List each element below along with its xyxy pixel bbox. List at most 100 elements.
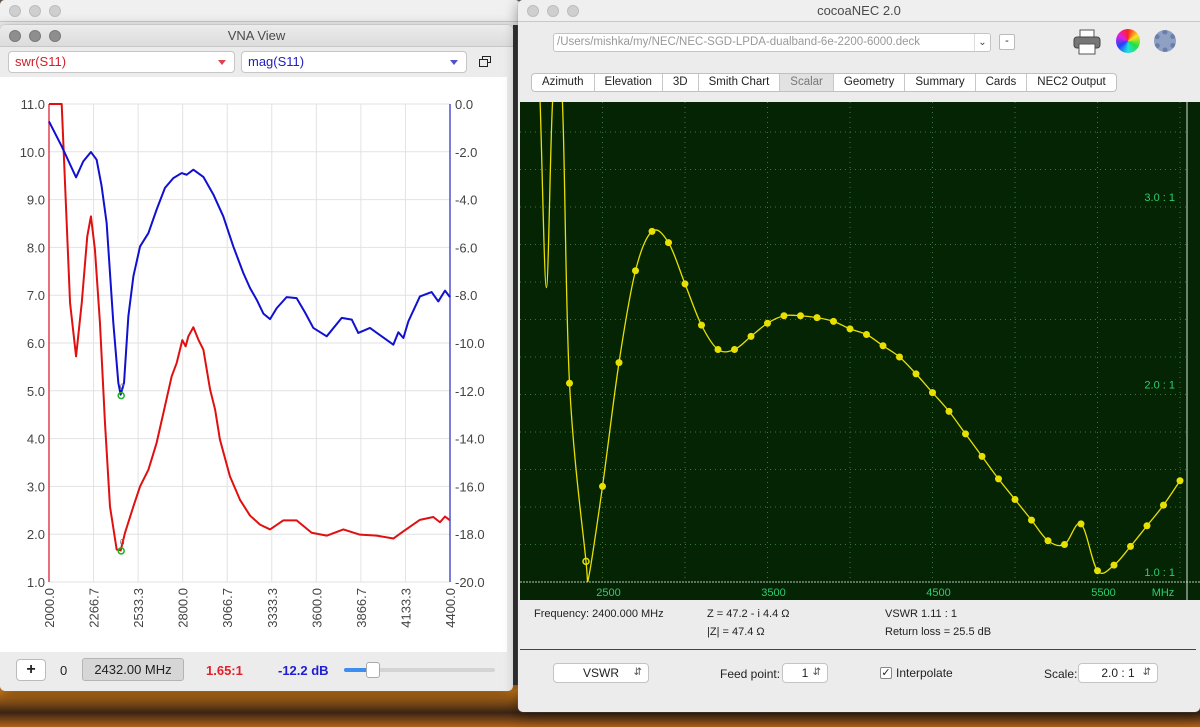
x-tick-label: 4400.0	[443, 588, 458, 628]
y-tick-label-left: 4.0	[27, 432, 45, 447]
y-tick-label-right: -14.0	[455, 432, 485, 447]
data-point	[978, 452, 986, 460]
y-tick-label-right: -20.0	[455, 575, 485, 590]
y-scale-label: 3.0 : 1	[1144, 192, 1175, 204]
add-marker-button[interactable]: +	[16, 659, 46, 681]
info-return-loss: Return loss = 25.5 dB	[885, 626, 992, 638]
close-button[interactable]	[9, 30, 21, 42]
info-panel: Frequency: 2400.000 MHz Z = 47.2 - i 4.4…	[520, 600, 1196, 650]
zoom-button[interactable]	[49, 30, 61, 42]
x-tick-label: 3500	[761, 587, 785, 599]
plot-mode-select[interactable]: VSWR ⇵	[553, 663, 649, 683]
minimize-button[interactable]	[547, 5, 559, 17]
window-title: VNA View	[227, 28, 286, 43]
tab-nec2-output[interactable]: NEC2 Output	[1027, 74, 1115, 91]
data-point	[813, 314, 821, 322]
scale-select[interactable]: 2.0 : 1 ⇵	[1078, 663, 1158, 683]
tab-azimuth[interactable]: Azimuth	[532, 74, 595, 91]
tab-scalar[interactable]: Scalar	[780, 74, 834, 91]
window-controls[interactable]	[527, 5, 579, 17]
interpolate-checkbox[interactable]: ✓	[880, 667, 892, 679]
deck-path-combo[interactable]: /Users/mishka/my/NEC/NEC-SGD-LPDA-dualba…	[553, 33, 991, 52]
y-tick-label-right: -18.0	[455, 527, 485, 542]
tab-smith-chart[interactable]: Smith Chart	[699, 74, 781, 91]
chevron-down-icon	[218, 60, 226, 65]
tab-elevation[interactable]: Elevation	[595, 74, 663, 91]
x-tick-label: 3600.0	[309, 588, 324, 628]
x-tick-label: 3866.7	[354, 588, 369, 628]
info-vswr: VSWR 1.11 : 1	[885, 608, 957, 620]
chevron-down-icon[interactable]: ⌄	[974, 34, 990, 51]
tab-summary[interactable]: Summary	[905, 74, 976, 91]
minimize-button[interactable]	[29, 30, 41, 42]
window-controls[interactable]	[9, 5, 61, 17]
scale-value: 2.0 : 1	[1101, 666, 1135, 680]
plot-mode-value: VSWR	[583, 666, 619, 680]
minus-button[interactable]: -	[999, 34, 1015, 50]
deck-path: /Users/mishka/my/NEC/NEC-SGD-LPDA-dualba…	[557, 36, 921, 48]
left-trace-select[interactable]: swr(S11)	[8, 51, 235, 73]
mag-readout: -12.2 dB	[278, 663, 329, 678]
vna-chart-area: 2000.0 2266.7 2533.3 2800.0 3066.7 3333.3 3600…	[0, 77, 507, 652]
vswr-chart[interactable]: 2500 3500 4500 5500 MHz 3.0 : 1 2.0 : 1 1.0 : 1	[520, 102, 1200, 600]
vna-window: VNA View swr(S11) mag(S11) 2000.0 2266.7 2…	[0, 25, 513, 691]
data-point	[1127, 542, 1134, 550]
data-point	[1143, 522, 1151, 530]
marker-frequency-field[interactable]: 2432.00 MHz	[82, 658, 184, 681]
data-point	[615, 359, 623, 367]
data-point	[879, 342, 887, 350]
y-tick-label-right: 0.0	[455, 97, 473, 112]
zoom-button[interactable]	[567, 5, 579, 17]
y-tick-label-left: 7.0	[27, 288, 45, 303]
data-point	[830, 317, 837, 325]
tab-cards[interactable]: Cards	[976, 74, 1028, 91]
interpolate-label[interactable]: Interpolate	[896, 666, 953, 680]
y-tick-label-right: -16.0	[455, 479, 485, 494]
data-point	[896, 353, 903, 361]
data-point	[962, 430, 969, 438]
window-controls[interactable]	[9, 30, 61, 42]
x-tick-label: 3333.3	[265, 588, 280, 628]
info-frequency: Frequency: 2400.000 MHz	[534, 608, 664, 620]
y-tick-label-right: -12.0	[455, 384, 485, 399]
gear-icon[interactable]	[1154, 30, 1176, 52]
data-point	[599, 482, 606, 490]
data-point	[681, 280, 689, 288]
y-tick-label-left: 10.0	[20, 145, 45, 160]
x-tick-label: 4500	[926, 587, 950, 599]
chevron-down-icon	[450, 60, 458, 65]
frequency-slider[interactable]	[344, 662, 495, 678]
vna-titlebar: VNA View	[0, 25, 513, 47]
feed-point-select[interactable]: 1 ⇵	[782, 663, 828, 683]
right-trace-select[interactable]: mag(S11)	[241, 51, 467, 73]
close-button[interactable]	[527, 5, 539, 17]
marker-index: 0	[60, 663, 68, 678]
swr-series-line	[49, 103, 451, 552]
marker-label: 0	[120, 538, 125, 547]
scalar-plot: 2500 3500 4500 5500 MHz 3.0 : 1 2.0 : 1 1.0 : 1	[520, 102, 1200, 600]
y-tick-label-left: 11.0	[21, 97, 45, 112]
updown-icon: ⇵	[633, 667, 642, 678]
data-point	[1061, 541, 1068, 548]
slider-thumb[interactable]	[365, 662, 380, 678]
x-unit-label: MHz	[1152, 587, 1175, 599]
data-point	[912, 370, 920, 378]
y-tick-label-left: 6.0	[27, 336, 45, 351]
detach-window-icon[interactable]	[479, 56, 491, 67]
tab-geometry[interactable]: Geometry	[834, 74, 906, 91]
window-title: cocoaNEC 2.0	[817, 3, 901, 18]
data-point	[995, 475, 1002, 483]
vna-chart[interactable]: 2000.0 2266.7 2533.3 2800.0 3066.7 3333.3 3600…	[0, 77, 507, 652]
data-point	[714, 346, 722, 353]
tab-3d[interactable]: 3D	[663, 74, 699, 91]
x-tick-label: 5500	[1091, 587, 1115, 599]
y-tick-label-left: 1.0	[27, 575, 45, 590]
y-tick-label-left: 8.0	[27, 240, 45, 255]
printer-icon[interactable]	[1072, 28, 1102, 56]
y-scale-label: 2.0 : 1	[1144, 380, 1175, 392]
left-trace-value: swr(S11)	[15, 54, 67, 69]
updown-icon: ⇵	[1142, 667, 1151, 678]
color-wheel-icon[interactable]	[1116, 29, 1140, 53]
vswr-curve	[539, 102, 1181, 582]
info-impedance: Z = 47.2 - i 4.4 Ω	[707, 608, 790, 620]
